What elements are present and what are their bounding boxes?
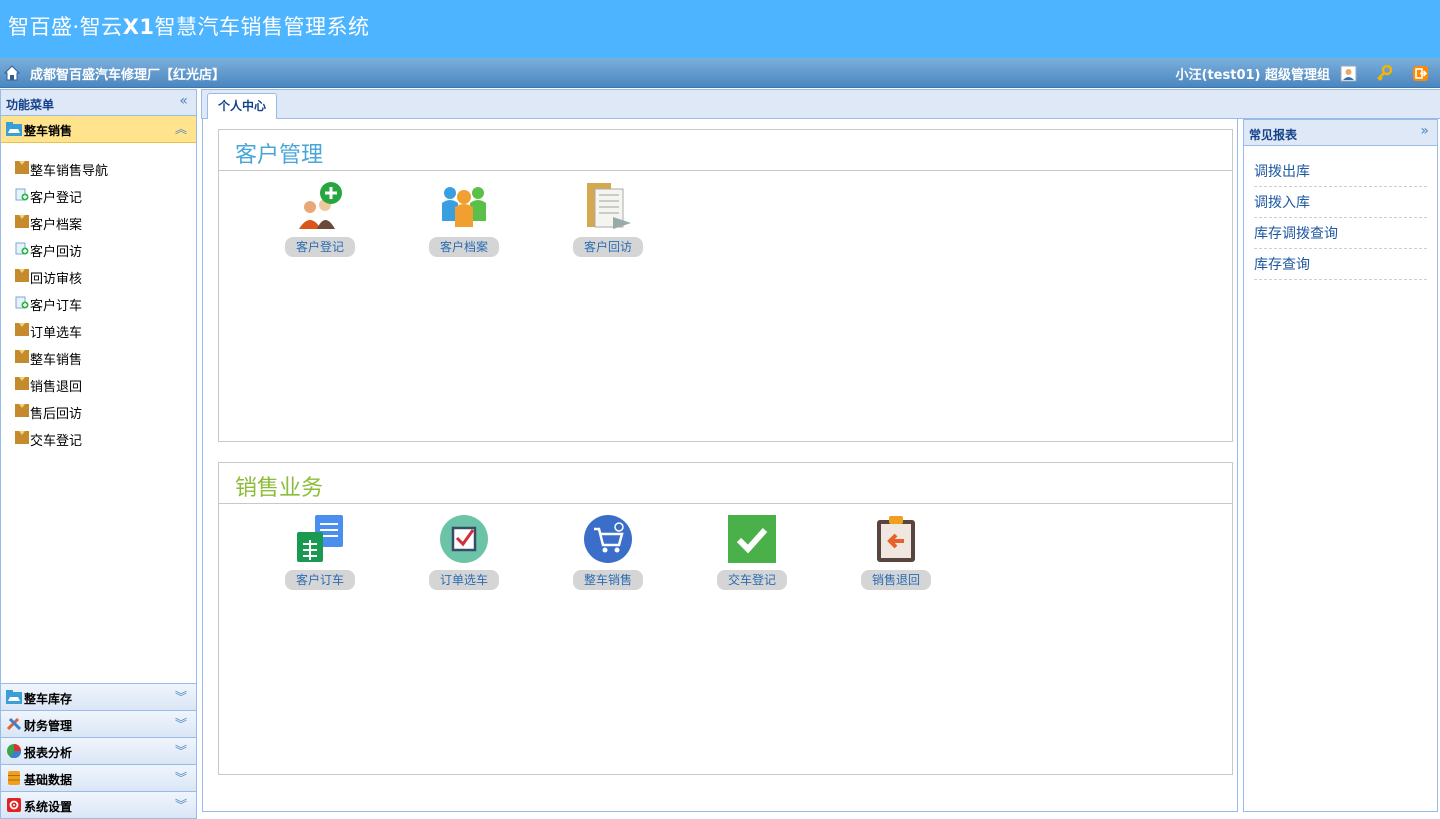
org-bar: 成都智百盛汽车修理厂【红光店】 小汪(test01) 超级管理组: [0, 58, 1440, 88]
car-folder-icon: [6, 690, 22, 704]
user-info: 小汪(test01) 超级管理组: [1175, 68, 1330, 83]
folder-icon: [15, 350, 29, 363]
tile-customer-register[interactable]: 客户登记: [274, 181, 364, 271]
settings-icon: [7, 798, 21, 812]
sidebar-header: 功能菜单 «: [1, 90, 196, 116]
database-icon: [8, 771, 20, 785]
panel-title: 销售业务: [219, 463, 1232, 504]
menu-list: 整车销售导航 客户登记 客户档案 客户回访 回访审核 客户订车 订单选车 整车销…: [1, 143, 196, 684]
car-folder-icon: [6, 122, 22, 136]
documents-icon: [297, 515, 343, 562]
reports-title: 常见报表: [1249, 128, 1298, 142]
section-base-data[interactable]: 基础数据 ︾: [1, 764, 196, 791]
add-doc-icon: [15, 242, 29, 255]
main-content: 客户管理 客户登记 客户档案 客户回访 销售业务 客户订车 订单选车 整车销售 …: [202, 119, 1238, 812]
pie-chart-icon: [7, 744, 22, 758]
common-reports-panel: 常见报表 » 调拨出库 调拨入库 库存调拨查询 库存查询: [1243, 119, 1438, 812]
folder-icon: [15, 404, 29, 417]
collapse-left-icon[interactable]: «: [179, 93, 188, 109]
checkmark-icon: [728, 515, 776, 563]
tools-icon: [6, 717, 22, 731]
clipboard-return-icon: [877, 516, 915, 562]
report-link-transfer-out[interactable]: 调拨出库: [1254, 156, 1427, 187]
section-finance[interactable]: 财务管理 ︾: [1, 710, 196, 737]
menu-item-delivery-register[interactable]: 交车登记: [1, 428, 196, 455]
profile-icon[interactable]: [1340, 65, 1357, 82]
section-system-settings[interactable]: 系统设置 ︾: [1, 791, 196, 818]
panel-sales-business: 销售业务 客户订车 订单选车 整车销售 交车登记 销售退回: [218, 462, 1233, 775]
app-title: 智百盛·智云X1智慧汽车销售管理系统: [8, 15, 370, 39]
menu-item-aftersale-followup[interactable]: 售后回访: [1, 401, 196, 428]
file-folder-icon: [587, 183, 631, 229]
panel-title: 客户管理: [219, 130, 1232, 171]
report-link-transfer-query[interactable]: 库存调拨查询: [1254, 218, 1427, 249]
chevron-down-icon: ︾: [174, 690, 187, 704]
panel-customer-management: 客户管理 客户登记 客户档案 客户回访: [218, 129, 1233, 442]
reports-header: 常见报表 »: [1244, 120, 1437, 146]
report-list: 调拨出库 调拨入库 库存调拨查询 库存查询: [1244, 146, 1437, 280]
report-link-transfer-in[interactable]: 调拨入库: [1254, 187, 1427, 218]
folder-icon: [15, 269, 29, 282]
menu-item-customer-order[interactable]: 客户订车: [1, 293, 196, 320]
report-link-stock-query[interactable]: 库存查询: [1254, 249, 1427, 280]
sidebar: 功能菜单 « 整车销售 ︽ 整车销售导航 客户登记 客户档案 客户回访 回访审核…: [0, 89, 197, 819]
tile-delivery-register[interactable]: 交车登记: [706, 514, 796, 604]
menu-item-customer-followup[interactable]: 客户回访: [1, 239, 196, 266]
chevron-up-icon: ︽: [174, 122, 187, 136]
add-doc-icon: [15, 188, 29, 201]
tile-sales-return[interactable]: 销售退回: [850, 514, 940, 604]
tile-customer-archive[interactable]: 客户档案: [418, 181, 508, 271]
add-doc-icon: [15, 296, 29, 309]
menu-item-order-select-car[interactable]: 订单选车: [1, 320, 196, 347]
collapse-right-icon[interactable]: »: [1420, 123, 1429, 139]
app-banner: 智百盛·智云X1智慧汽车销售管理系统: [0, 0, 1440, 58]
people-group-icon: [442, 187, 486, 227]
tile-customer-followup[interactable]: 客户回访: [562, 181, 652, 271]
home-icon[interactable]: [4, 65, 20, 81]
chevron-down-icon: ︾: [174, 798, 187, 812]
menu-item-customer-register[interactable]: 客户登记: [1, 185, 196, 212]
section-label: 整车销售: [24, 124, 73, 138]
tab-personal-center[interactable]: 个人中心: [207, 93, 278, 120]
menu-item-sales-return[interactable]: 销售退回: [1, 374, 196, 401]
folder-icon: [15, 161, 29, 174]
folder-icon: [15, 377, 29, 390]
logout-icon[interactable]: [1412, 65, 1429, 82]
org-name: 成都智百盛汽车修理厂【红光店】: [30, 68, 226, 83]
sidebar-title: 功能菜单: [6, 98, 55, 112]
menu-item-followup-review[interactable]: 回访审核: [1, 266, 196, 293]
menu-item-customer-archive[interactable]: 客户档案: [1, 212, 196, 239]
section-reports[interactable]: 报表分析 ︾: [1, 737, 196, 764]
section-vehicle-sales[interactable]: 整车销售 ︽: [1, 116, 196, 143]
tile-order-select-car[interactable]: 订单选车: [418, 514, 508, 604]
tile-vehicle-sales[interactable]: 整车销售: [562, 514, 652, 604]
chevron-down-icon: ︾: [174, 744, 187, 758]
folder-icon: [15, 431, 29, 444]
chevron-down-icon: ︾: [174, 771, 187, 785]
chevron-down-icon: ︾: [174, 717, 187, 731]
shopping-cart-icon: [584, 515, 632, 563]
menu-item-vehicle-sales[interactable]: 整车销售: [1, 347, 196, 374]
tab-strip: 个人中心: [201, 89, 1440, 120]
section-vehicle-inventory[interactable]: 整车库存 ︾: [1, 683, 196, 710]
checkbox-icon: [440, 515, 488, 563]
folder-icon: [15, 323, 29, 336]
tile-customer-order[interactable]: 客户订车: [274, 514, 364, 604]
folder-icon: [15, 215, 29, 228]
sidebar-sections: 整车库存 ︾ 财务管理 ︾ 报表分析 ︾ 基础数据 ︾ 系统设置 ︾: [1, 683, 196, 818]
menu-item-sales-nav[interactable]: 整车销售导航: [1, 158, 196, 185]
add-person-icon: [299, 182, 342, 229]
key-icon[interactable]: [1376, 65, 1393, 82]
